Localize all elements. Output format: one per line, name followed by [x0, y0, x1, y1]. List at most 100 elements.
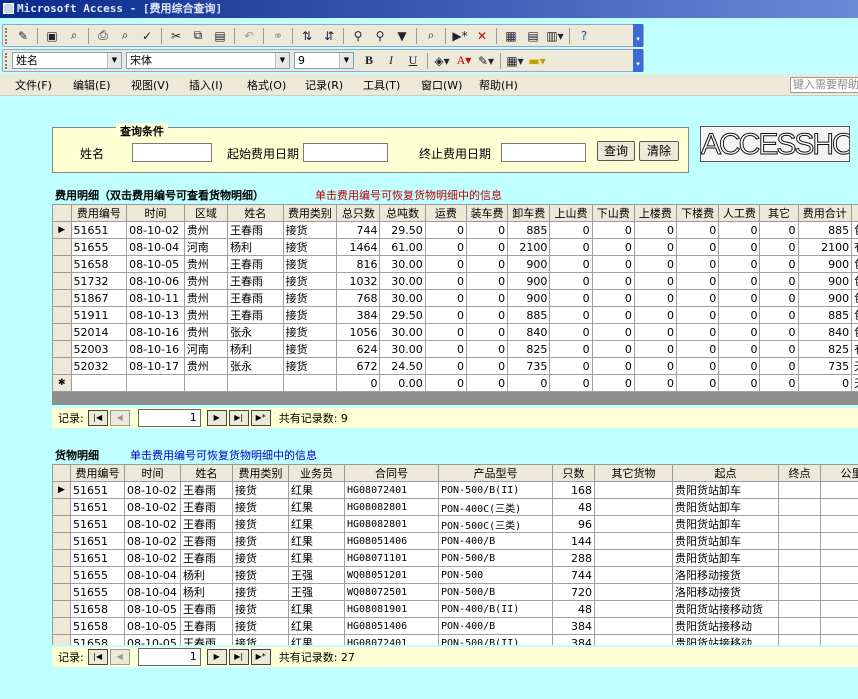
fee-cell[interactable]: 接货 [282, 238, 338, 256]
fee-cell[interactable]: 0 [424, 221, 467, 239]
sort-descending-icon[interactable]: ⇵ [319, 27, 339, 45]
fee-cell[interactable]: 1056 [336, 323, 381, 341]
fee-cell[interactable]: 08-10-06 [126, 272, 185, 290]
fee-cell[interactable]: 0 [549, 289, 593, 307]
goods-cell[interactable]: 接货 [232, 532, 289, 550]
goods-cell[interactable]: 杨利 [180, 583, 233, 601]
object-select[interactable]: 姓名 ▼ [12, 52, 122, 69]
fee-cell[interactable]: 河南 [183, 238, 229, 256]
fee-cell[interactable]: 61.00 [379, 238, 426, 256]
goods-cell[interactable]: 08-10-02 [124, 498, 181, 516]
fee-cell[interactable]: 51655 [70, 238, 128, 256]
fee-cell[interactable]: 0 [676, 272, 720, 290]
goods-cell[interactable]: 384 [552, 617, 595, 635]
goods-cell[interactable]: 720 [552, 583, 595, 601]
fee-cell[interactable]: 0 [591, 221, 635, 239]
goods-cell[interactable]: 288 [552, 549, 595, 567]
row-selector-header[interactable] [52, 204, 72, 222]
copy-icon[interactable]: ⧉ [188, 27, 208, 45]
fee-column-header[interactable]: 人工费 [718, 204, 761, 222]
fee-cell[interactable]: 0 [549, 374, 593, 392]
fee-column-header[interactable]: 区域 [183, 204, 229, 222]
fee-cell[interactable]: 包括 [851, 306, 858, 324]
goods-cell[interactable]: 接货 [232, 600, 289, 618]
fee-cell[interactable]: 885 [507, 221, 551, 239]
goods-cell[interactable] [778, 515, 821, 533]
fee-cell[interactable]: 2100 [797, 238, 853, 256]
fee-cell[interactable]: 0 [676, 255, 720, 273]
next-record-icon[interactable]: ▶ [206, 410, 227, 426]
record-selector[interactable] [52, 515, 71, 533]
fee-cell[interactable]: 有证 [851, 238, 858, 256]
goods-cell[interactable]: 王春雨 [180, 481, 233, 499]
goods-column-header[interactable]: 费用类别 [232, 464, 289, 482]
fee-cell[interactable]: 0 [591, 255, 635, 273]
goods-cell[interactable]: 红果 [288, 634, 345, 645]
fee-cell[interactable]: 735 [507, 357, 551, 375]
fee-cell[interactable]: 王春雨 [227, 255, 284, 273]
fee-cell[interactable]: 0 [718, 306, 761, 324]
fee-cell[interactable]: 0 [633, 289, 678, 307]
goods-cell[interactable]: 384 [552, 634, 595, 645]
fee-cell[interactable]: 900 [507, 289, 551, 307]
name-input[interactable] [132, 143, 212, 162]
fee-cell[interactable]: 王春雨 [227, 272, 284, 290]
fee-cell[interactable]: 0 [591, 272, 635, 290]
fee-cell[interactable]: 0 [797, 374, 853, 392]
record-selector[interactable] [52, 634, 71, 645]
fee-cell[interactable] [70, 374, 128, 392]
goods-cell[interactable]: 51651 [70, 481, 125, 499]
fee-cell[interactable]: 接货 [282, 357, 338, 375]
fee-cell[interactable]: 0 [424, 238, 467, 256]
fee-cell[interactable]: 张永 [227, 323, 284, 341]
goods-cell[interactable] [778, 583, 821, 601]
fee-column-header[interactable] [851, 204, 858, 222]
fee-cell[interactable]: 900 [797, 255, 853, 273]
goods-cell[interactable] [778, 600, 821, 618]
fee-cell[interactable]: 0 [424, 340, 467, 358]
fee-cell[interactable]: 0 [591, 323, 635, 341]
goods-column-header[interactable]: 姓名 [180, 464, 233, 482]
fee-cell[interactable]: 624 [336, 340, 381, 358]
fee-cell[interactable]: 0 [633, 306, 678, 324]
goods-cell[interactable]: 洛阳移动接货 [672, 566, 779, 584]
fee-cell[interactable]: 825 [797, 340, 853, 358]
properties-icon[interactable]: ▦ [501, 27, 521, 45]
fee-cell[interactable]: 0 [591, 238, 635, 256]
fee-cell[interactable]: 825 [507, 340, 551, 358]
previous-record-icon[interactable]: ◀ [109, 649, 130, 665]
goods-table-row[interactable]: 51658 08-10-05 王春雨 接货 红果 HG08081901 PON-400/B(… [52, 600, 858, 618]
fee-cell[interactable]: 0 [591, 306, 635, 324]
fee-new-row[interactable]: ✱00.000000000000无 [52, 374, 858, 392]
goods-column-header[interactable]: 产品型号 [438, 464, 553, 482]
menu-records[interactable]: 记录(R) [305, 77, 343, 93]
fee-cell[interactable]: 52032 [70, 357, 128, 375]
goods-cell[interactable]: 51651 [70, 549, 125, 567]
fee-cell[interactable]: 08-10-16 [126, 323, 185, 341]
fee-cell[interactable]: 51658 [70, 255, 128, 273]
fee-cell[interactable]: 900 [797, 289, 853, 307]
goods-cell[interactable]: PON-500/B(II) [438, 634, 553, 645]
fee-table-row[interactable]: 51911 08-10-13 贵州 王春雨 接货 384 29.50 0 0 885 0 0 0 0 0 0 8… [52, 306, 858, 324]
fee-cell[interactable]: 29.50 [379, 221, 426, 239]
goods-cell[interactable]: 51655 [70, 583, 125, 601]
hyperlink-icon[interactable]: ⚭ [268, 27, 288, 45]
goods-cell[interactable]: 51655 [70, 566, 125, 584]
goods-cell[interactable] [594, 515, 673, 533]
goods-cell[interactable] [778, 532, 821, 550]
goods-cell[interactable]: HG08082801 [344, 498, 439, 516]
row-selector-header[interactable] [52, 464, 71, 482]
goods-cell[interactable]: 贵阳货站卸车 [672, 515, 779, 533]
fee-cell[interactable]: 30.00 [379, 340, 426, 358]
fee-cell[interactable]: 0 [549, 306, 593, 324]
fee-cell[interactable]: 贵州 [183, 323, 229, 341]
fee-table-row[interactable]: 52032 08-10-17 贵州 张永 接货 672 24.50 0 0 735 0 0 0 0 0 0 73… [52, 357, 858, 375]
goods-cell[interactable]: 王春雨 [180, 532, 233, 550]
fee-cell[interactable]: 0 [549, 357, 593, 375]
goods-column-header[interactable]: 时间 [124, 464, 181, 482]
goods-cell[interactable]: 144 [552, 532, 595, 550]
underline-icon[interactable]: U [403, 52, 423, 70]
fee-cell[interactable]: 384 [336, 306, 381, 324]
find-icon[interactable]: ⌕ [421, 27, 441, 45]
goods-cell[interactable]: HG08051406 [344, 532, 439, 550]
